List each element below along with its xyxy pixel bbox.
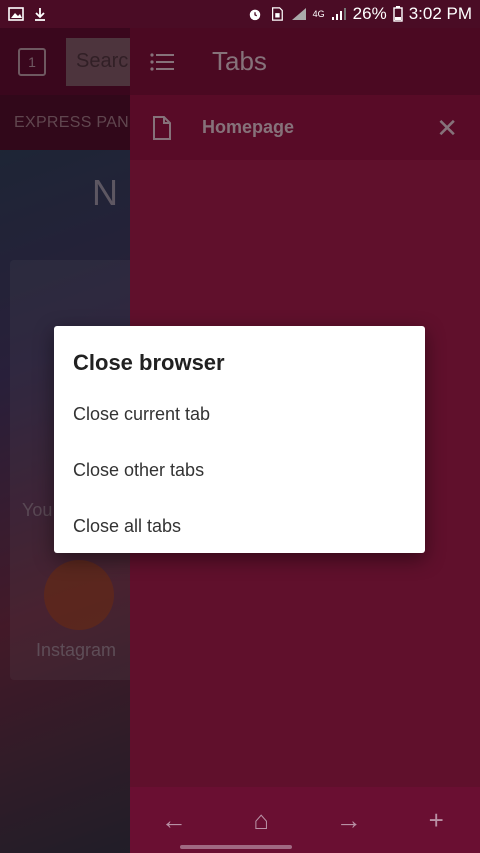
plus-icon[interactable]: + [416, 805, 456, 836]
close-current-tab-option[interactable]: Close current tab [54, 388, 425, 440]
home-icon[interactable]: ⌂ [241, 805, 281, 836]
alarm-icon [249, 9, 260, 21]
dialog-title: Close browser [73, 350, 225, 375]
battery-percent: 26% [352, 4, 387, 23]
close-all-tabs-option[interactable]: Close all tabs [54, 500, 425, 552]
close-browser-dialog: Close browser Close current tab Close ot… [54, 326, 425, 553]
signal-icon [291, 8, 306, 20]
signal-bars-icon [331, 8, 346, 20]
home-indicator [180, 845, 292, 849]
sim-icon [271, 7, 283, 21]
screen: 4G 26% 3:02 PM 1 Searc EXPRESS PANE N Yo… [0, 0, 480, 853]
image-icon [8, 7, 24, 21]
bottom-nav: ← ⌂ → + [130, 787, 480, 853]
battery-icon [392, 6, 403, 22]
status-bar: 4G 26% 3:02 PM [0, 0, 480, 28]
download-icon [35, 8, 45, 21]
network-type: 4G [312, 9, 325, 19]
back-arrow-icon[interactable]: ← [154, 805, 194, 836]
close-other-tabs-option[interactable]: Close other tabs [54, 444, 425, 496]
forward-arrow-icon[interactable]: → [329, 805, 369, 836]
clock: 3:02 PM [408, 4, 472, 23]
